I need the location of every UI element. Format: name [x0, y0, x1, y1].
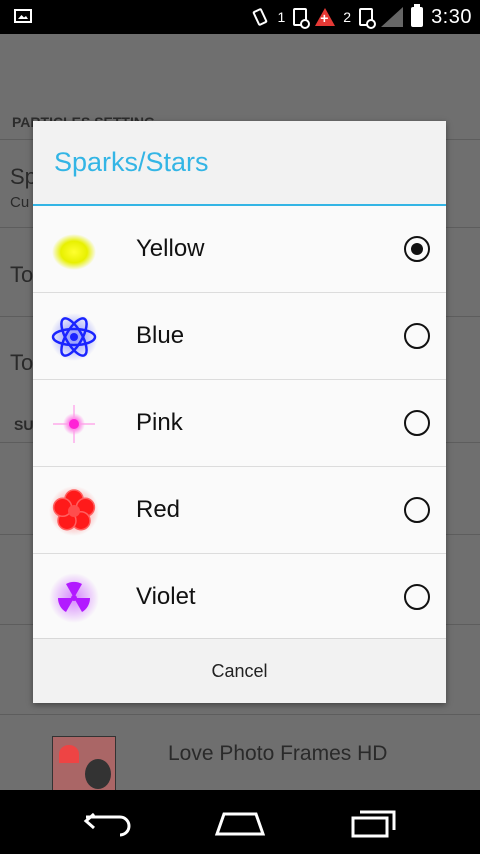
red-flower-icon — [49, 486, 99, 536]
navigation-bar — [0, 790, 480, 854]
row1-subtitle: Cu — [10, 194, 30, 211]
app-label: Love Photo Frames HD — [168, 742, 388, 765]
yellow-glow-dot-icon — [52, 234, 96, 270]
radio-yellow[interactable] — [404, 236, 430, 262]
row3-title: To — [10, 350, 34, 375]
status-icons: 1 2 3:30 — [251, 0, 472, 34]
option-label: Red — [136, 496, 181, 523]
option-label: Blue — [136, 322, 185, 349]
notification-count-2: 2 — [343, 9, 352, 25]
option-violet[interactable]: Violet — [33, 554, 446, 641]
battery-icon — [411, 4, 424, 27]
row2-title: To — [10, 262, 34, 287]
radio-red[interactable] — [404, 497, 430, 523]
option-pink[interactable]: Pink — [33, 380, 446, 467]
option-blue[interactable]: Blue — [33, 293, 446, 380]
divider — [0, 714, 480, 715]
app-thumbnail — [52, 736, 116, 792]
signal-icon — [381, 7, 404, 27]
violet-trefoil-icon — [49, 573, 99, 623]
sparks-stars-dialog: Sparks/Stars Yellow Blue Pink Red Violet… — [33, 121, 446, 703]
cancel-button[interactable]: Cancel — [33, 638, 446, 703]
rotation-lock-icon — [251, 8, 269, 26]
section2-header: SU — [14, 417, 34, 433]
home-icon[interactable] — [214, 808, 266, 838]
back-icon[interactable] — [82, 808, 134, 838]
status-time: 3:30 — [431, 5, 472, 28]
alert-icon — [315, 8, 336, 26]
option-yellow[interactable]: Yellow — [33, 206, 446, 293]
download-icon — [293, 8, 311, 29]
radio-pink[interactable] — [404, 410, 430, 436]
option-label: Yellow — [136, 235, 205, 262]
option-red[interactable]: Red — [33, 467, 446, 554]
radio-violet[interactable] — [404, 584, 430, 610]
notification-count-1: 1 — [277, 9, 286, 25]
pink-sparkle-icon — [53, 405, 95, 443]
option-label: Pink — [136, 409, 183, 436]
option-label: Violet — [136, 583, 196, 610]
recent-apps-icon[interactable] — [348, 808, 400, 838]
status-bar: 1 2 3:30 — [0, 0, 480, 34]
dialog-title: Sparks/Stars — [33, 121, 446, 206]
download-icon-2 — [359, 8, 377, 29]
radio-blue[interactable] — [404, 323, 430, 349]
gallery-notification-icon — [14, 9, 32, 23]
blue-atom-icon — [50, 313, 98, 361]
